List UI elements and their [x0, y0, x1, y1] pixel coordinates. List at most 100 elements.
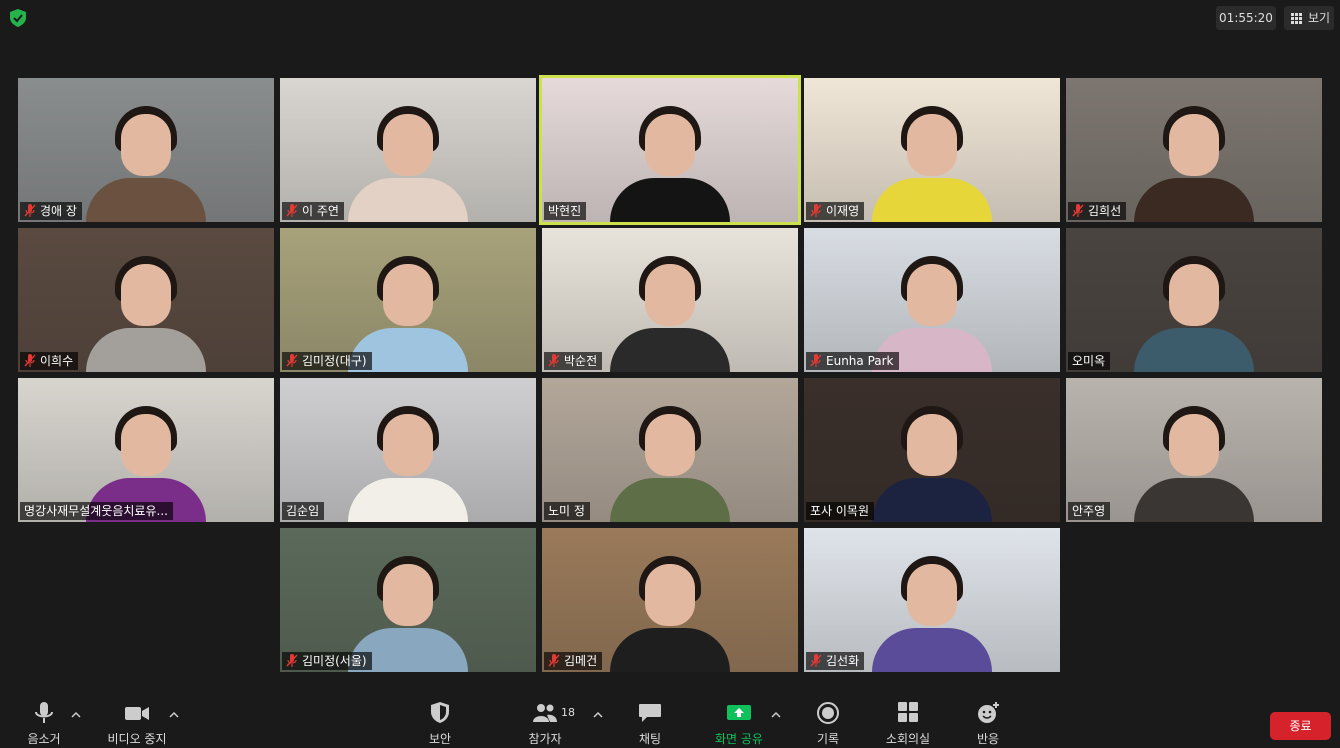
participants-label: 참가자	[528, 732, 562, 746]
chevron-up-icon[interactable]	[71, 710, 81, 718]
chat-button[interactable]: 채팅	[632, 702, 668, 748]
participant-video-tile[interactable]: 김메건	[542, 528, 798, 672]
participant-name-tag: 오미옥	[1068, 352, 1111, 370]
chevron-up-icon[interactable]	[593, 710, 603, 718]
chevron-up-icon[interactable]	[169, 710, 179, 718]
participant-video-tile[interactable]: 명강사재무설계웃음치료유...	[18, 378, 274, 522]
participant-name-tag: 이희수	[20, 352, 79, 370]
participant-name: 오미옥	[1072, 354, 1106, 368]
record-icon	[817, 702, 839, 724]
participant-body	[610, 478, 730, 522]
participants-button[interactable]: 참가자	[524, 702, 566, 748]
share-screen-button[interactable]: 화면 공유	[710, 702, 768, 748]
participants-count: 18	[561, 706, 575, 719]
breakout-rooms-icon	[898, 702, 918, 722]
participant-video-tile[interactable]: 포사 이목원	[804, 378, 1060, 522]
participant-video-tile[interactable]: 안주영	[1066, 378, 1322, 522]
chat-bubble-icon	[639, 704, 661, 722]
microphone-icon	[35, 702, 53, 723]
video-camera-icon	[125, 707, 149, 720]
participant-video-tile[interactable]: 경애 장	[18, 78, 274, 222]
participant-face	[907, 564, 957, 626]
participant-name-tag: 김미정(서울)	[282, 652, 372, 670]
participant-video	[86, 104, 206, 222]
muted-microphone-icon	[286, 354, 298, 367]
participant-name: 포사 이목원	[810, 504, 870, 518]
participant-face	[907, 114, 957, 176]
participant-video	[872, 404, 992, 522]
participant-body	[1134, 328, 1254, 372]
participants-icon	[533, 704, 557, 722]
mute-button[interactable]: 음소거	[22, 702, 66, 748]
participant-face	[383, 564, 433, 626]
participant-name-tag: 김미정(대구)	[282, 352, 372, 370]
participant-name-tag: 김순임	[282, 502, 325, 520]
muted-microphone-icon	[548, 354, 560, 367]
muted-microphone-icon	[810, 204, 822, 217]
participant-name: 김미정(대구)	[302, 354, 367, 368]
participant-face	[383, 414, 433, 476]
participant-name: 김희선	[1088, 204, 1122, 218]
reactions-button[interactable]: 반응	[972, 702, 1004, 748]
muted-microphone-icon	[24, 204, 36, 217]
shield-icon	[431, 702, 449, 723]
grid-view-icon	[1291, 13, 1302, 24]
security-button[interactable]: 보안	[420, 702, 460, 748]
participant-name: 이희수	[40, 354, 74, 368]
participant-video	[348, 104, 468, 222]
muted-microphone-icon	[810, 354, 822, 367]
participant-face	[121, 114, 171, 176]
participant-video-tile[interactable]: 오미옥	[1066, 228, 1322, 372]
participant-name-tag: 명강사재무설계웃음치료유...	[20, 502, 173, 520]
participant-video-tile[interactable]: 김희선	[1066, 78, 1322, 222]
participant-face	[1169, 264, 1219, 326]
top-bar: 01:55:20 보기	[0, 0, 1340, 36]
video-label: 비디오 중지	[107, 732, 167, 746]
share-screen-icon	[727, 705, 751, 720]
participant-body	[610, 328, 730, 372]
record-button[interactable]: 기록	[812, 702, 844, 748]
participant-name-tag: 박순전	[544, 352, 603, 370]
participant-video-tile[interactable]: 김미정(서울)	[280, 528, 536, 672]
participant-video-tile[interactable]: 이희수	[18, 228, 274, 372]
participant-video-tile[interactable]: 박순전	[542, 228, 798, 372]
participant-face	[383, 114, 433, 176]
shield-check-icon[interactable]	[10, 9, 26, 27]
participant-video	[872, 104, 992, 222]
participant-body	[348, 478, 468, 522]
participant-name-tag: 안주영	[1068, 502, 1111, 520]
end-meeting-button[interactable]: 종료	[1270, 712, 1331, 740]
participant-name: 명강사재무설계웃음치료유...	[24, 504, 168, 518]
participant-face	[383, 264, 433, 326]
participant-video-tile[interactable]: Eunha Park	[804, 228, 1060, 372]
participant-video-tile[interactable]: 이 주연	[280, 78, 536, 222]
participant-name-tag: 김메건	[544, 652, 603, 670]
chat-label: 채팅	[638, 732, 662, 746]
participant-video-tile[interactable]: 노미 정	[542, 378, 798, 522]
participant-video	[610, 554, 730, 672]
breakout-rooms-button[interactable]: 소회의실	[880, 702, 936, 748]
muted-microphone-icon	[286, 654, 298, 667]
view-button[interactable]: 보기	[1284, 6, 1334, 30]
participant-face	[121, 264, 171, 326]
participant-name: 안주영	[1072, 504, 1106, 518]
participant-video-tile[interactable]: 김미정(대구)	[280, 228, 536, 372]
participant-video	[348, 404, 468, 522]
participant-body	[348, 178, 468, 222]
participant-video	[872, 554, 992, 672]
participant-video-tile[interactable]: 이재영	[804, 78, 1060, 222]
participant-name-tag: 노미 정	[544, 502, 590, 520]
participant-name-tag: 김선화	[806, 652, 865, 670]
participant-video-tile[interactable]: 김순임	[280, 378, 536, 522]
participant-video-tile[interactable]: 박현진	[539, 75, 801, 225]
participant-video-tile[interactable]: 김선화	[804, 528, 1060, 672]
emoji-plus-icon	[978, 702, 999, 723]
view-label: 보기	[1308, 11, 1331, 25]
chevron-up-icon[interactable]	[771, 710, 781, 718]
muted-microphone-icon	[810, 654, 822, 667]
muted-microphone-icon	[1072, 204, 1084, 217]
participant-body	[872, 628, 992, 672]
participant-name: 김미정(서울)	[302, 654, 367, 668]
video-button[interactable]: 비디오 중지	[102, 702, 172, 748]
mute-label: 음소거	[27, 732, 61, 746]
